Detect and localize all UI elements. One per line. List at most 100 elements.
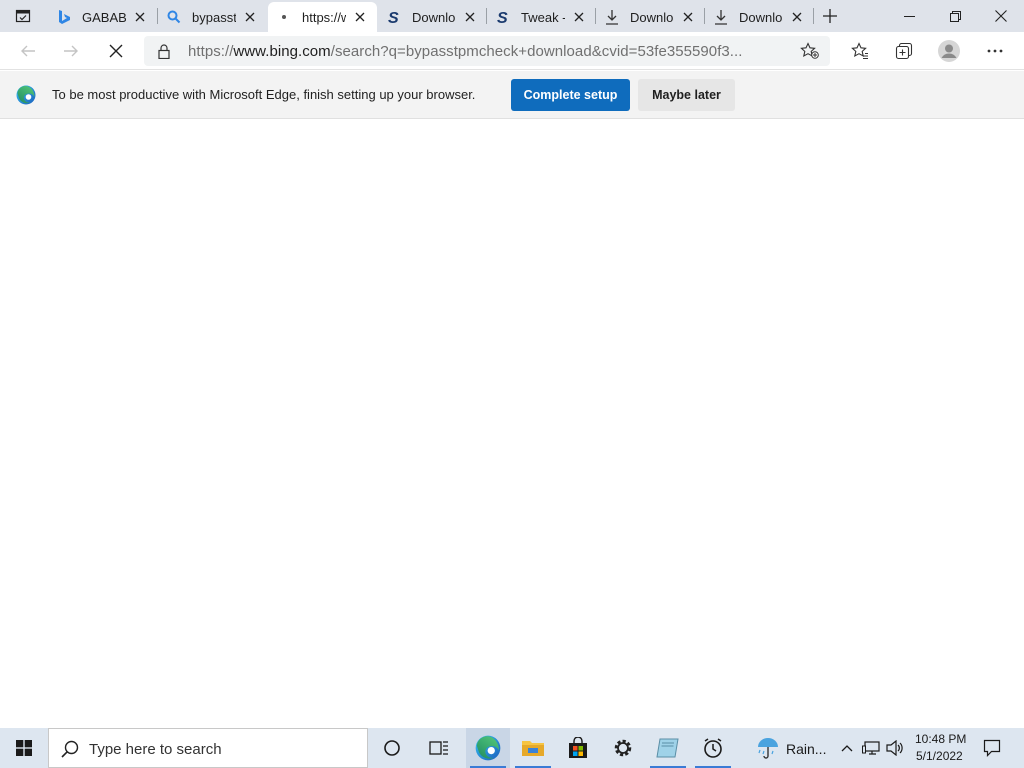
svg-text:S: S	[388, 10, 399, 25]
s-logo-icon: S	[386, 9, 402, 25]
restore-button[interactable]	[932, 0, 978, 32]
cortana-button[interactable]	[370, 728, 414, 768]
taskbar-edge[interactable]	[466, 728, 510, 768]
restore-icon	[949, 10, 961, 22]
weather-widget[interactable]	[748, 728, 788, 768]
network-button[interactable]	[860, 728, 882, 768]
close-icon	[995, 10, 1007, 22]
url-scheme: https://	[188, 43, 234, 60]
action-center-button[interactable]	[970, 728, 1014, 768]
volume-button[interactable]	[884, 728, 906, 768]
complete-setup-button[interactable]: Complete setup	[511, 79, 630, 111]
forward-arrow-icon	[64, 45, 78, 57]
minimize-button[interactable]	[886, 0, 932, 32]
tab-title: Download	[412, 9, 456, 25]
taskbar-settings[interactable]	[601, 728, 645, 768]
avatar-icon	[938, 40, 960, 62]
new-tab-button[interactable]	[818, 5, 842, 27]
tab-actions-icon[interactable]	[8, 6, 38, 26]
close-tab-icon[interactable]	[242, 9, 258, 25]
stop-icon	[109, 44, 123, 58]
weather-text[interactable]: Rain...	[786, 741, 826, 757]
profile-button[interactable]	[934, 36, 964, 66]
windows-icon	[16, 740, 32, 756]
setup-infobar: To be most productive with Microsoft Edg…	[0, 71, 1024, 119]
tab-bypasstpmcheck[interactable]: bypasstpmcheck	[158, 2, 266, 32]
lock-icon[interactable]	[156, 43, 172, 59]
forward-button[interactable]	[56, 36, 86, 66]
close-tab-icon[interactable]	[352, 9, 368, 25]
url-path: /search?q=bypasstpmcheck+download&cvid=5…	[330, 43, 743, 60]
browser-window: GABABA bypasstpmcheck https://www S Down…	[0, 0, 1024, 728]
tab-tweak[interactable]: S Tweak -	[487, 2, 595, 32]
clock-time[interactable]: 10:48 PM	[915, 732, 966, 746]
clock-date[interactable]: 5/1/2022	[916, 749, 963, 763]
tab-title: bypasstpmcheck	[192, 9, 236, 25]
window-app-icon	[656, 738, 679, 758]
add-favorite-icon[interactable]	[800, 42, 820, 59]
speaker-icon	[886, 740, 903, 756]
favorites-icon	[851, 42, 868, 60]
svg-text:S: S	[497, 10, 508, 25]
close-tab-icon[interactable]	[789, 9, 805, 25]
bing-icon	[56, 9, 72, 25]
maybe-later-button[interactable]: Maybe later	[638, 79, 735, 111]
settings-more-button[interactable]	[980, 36, 1010, 66]
back-arrow-icon	[21, 45, 35, 57]
tab-title: Download	[739, 9, 783, 25]
tab-download-3[interactable]: Download	[705, 2, 813, 32]
cortana-circle-icon	[384, 740, 400, 756]
stop-loading-button[interactable]	[101, 36, 131, 66]
page-content	[0, 120, 1024, 728]
tab-title: Tweak -	[521, 9, 565, 25]
network-icon	[862, 741, 880, 755]
tab-strip: GABABA bypasstpmcheck https://www S Down…	[0, 0, 1024, 32]
show-hidden-icons-button[interactable]	[836, 728, 858, 768]
task-view-icon	[429, 741, 448, 755]
infobar-message: To be most productive with Microsoft Edg…	[52, 87, 476, 102]
tab-title: GABABA	[82, 9, 126, 25]
favorites-button[interactable]	[845, 36, 875, 66]
gear-icon	[614, 739, 632, 757]
clock-icon	[704, 738, 722, 758]
close-tab-icon[interactable]	[680, 9, 696, 25]
url-text[interactable]: https://www.bing.com/search?q=bypasstpmc…	[188, 43, 788, 60]
minimize-icon	[903, 15, 915, 17]
tab-title: Download	[630, 9, 674, 25]
plus-icon	[823, 9, 837, 23]
tab-active-bing[interactable]: https://www	[268, 2, 377, 32]
tab-download-2[interactable]: Download	[596, 2, 704, 32]
close-tab-icon[interactable]	[132, 9, 148, 25]
tab-download-1[interactable]: S Download	[378, 2, 486, 32]
taskbar-alarms[interactable]	[691, 728, 735, 768]
collections-button[interactable]	[889, 36, 919, 66]
taskbar-app-window[interactable]	[646, 728, 690, 768]
download-icon	[713, 9, 729, 25]
task-view-button[interactable]	[417, 728, 461, 768]
taskbar-search-box[interactable]: Type here to search	[48, 728, 368, 768]
notification-icon	[983, 739, 1001, 757]
folder-icon	[522, 741, 544, 756]
close-tab-icon[interactable]	[462, 9, 478, 25]
taskbar: Type here to search Rain... 10:48 PM 5/1…	[0, 728, 1024, 768]
address-bar[interactable]: https://www.bing.com/search?q=bypasstpmc…	[144, 36, 830, 66]
download-icon	[604, 9, 620, 25]
tab-gababa[interactable]: GABABA	[48, 2, 157, 32]
taskbar-file-explorer[interactable]	[511, 728, 555, 768]
close-tab-icon[interactable]	[571, 9, 587, 25]
taskbar-store[interactable]	[556, 728, 600, 768]
address-toolbar: https://www.bing.com/search?q=bypasstpmc…	[0, 32, 1024, 70]
umbrella-icon	[758, 738, 778, 759]
search-icon	[166, 9, 182, 25]
loading-dot-icon	[276, 9, 292, 25]
start-button[interactable]	[0, 728, 48, 768]
edge-logo-icon	[16, 85, 36, 105]
s-logo-icon: S	[495, 9, 511, 25]
close-window-button[interactable]	[978, 0, 1024, 32]
back-button[interactable]	[13, 36, 43, 66]
edge-icon	[475, 735, 501, 761]
chevron-up-icon	[841, 745, 853, 752]
search-icon	[61, 740, 79, 758]
tab-separator	[813, 8, 814, 24]
url-host: www.bing.com	[233, 43, 331, 60]
